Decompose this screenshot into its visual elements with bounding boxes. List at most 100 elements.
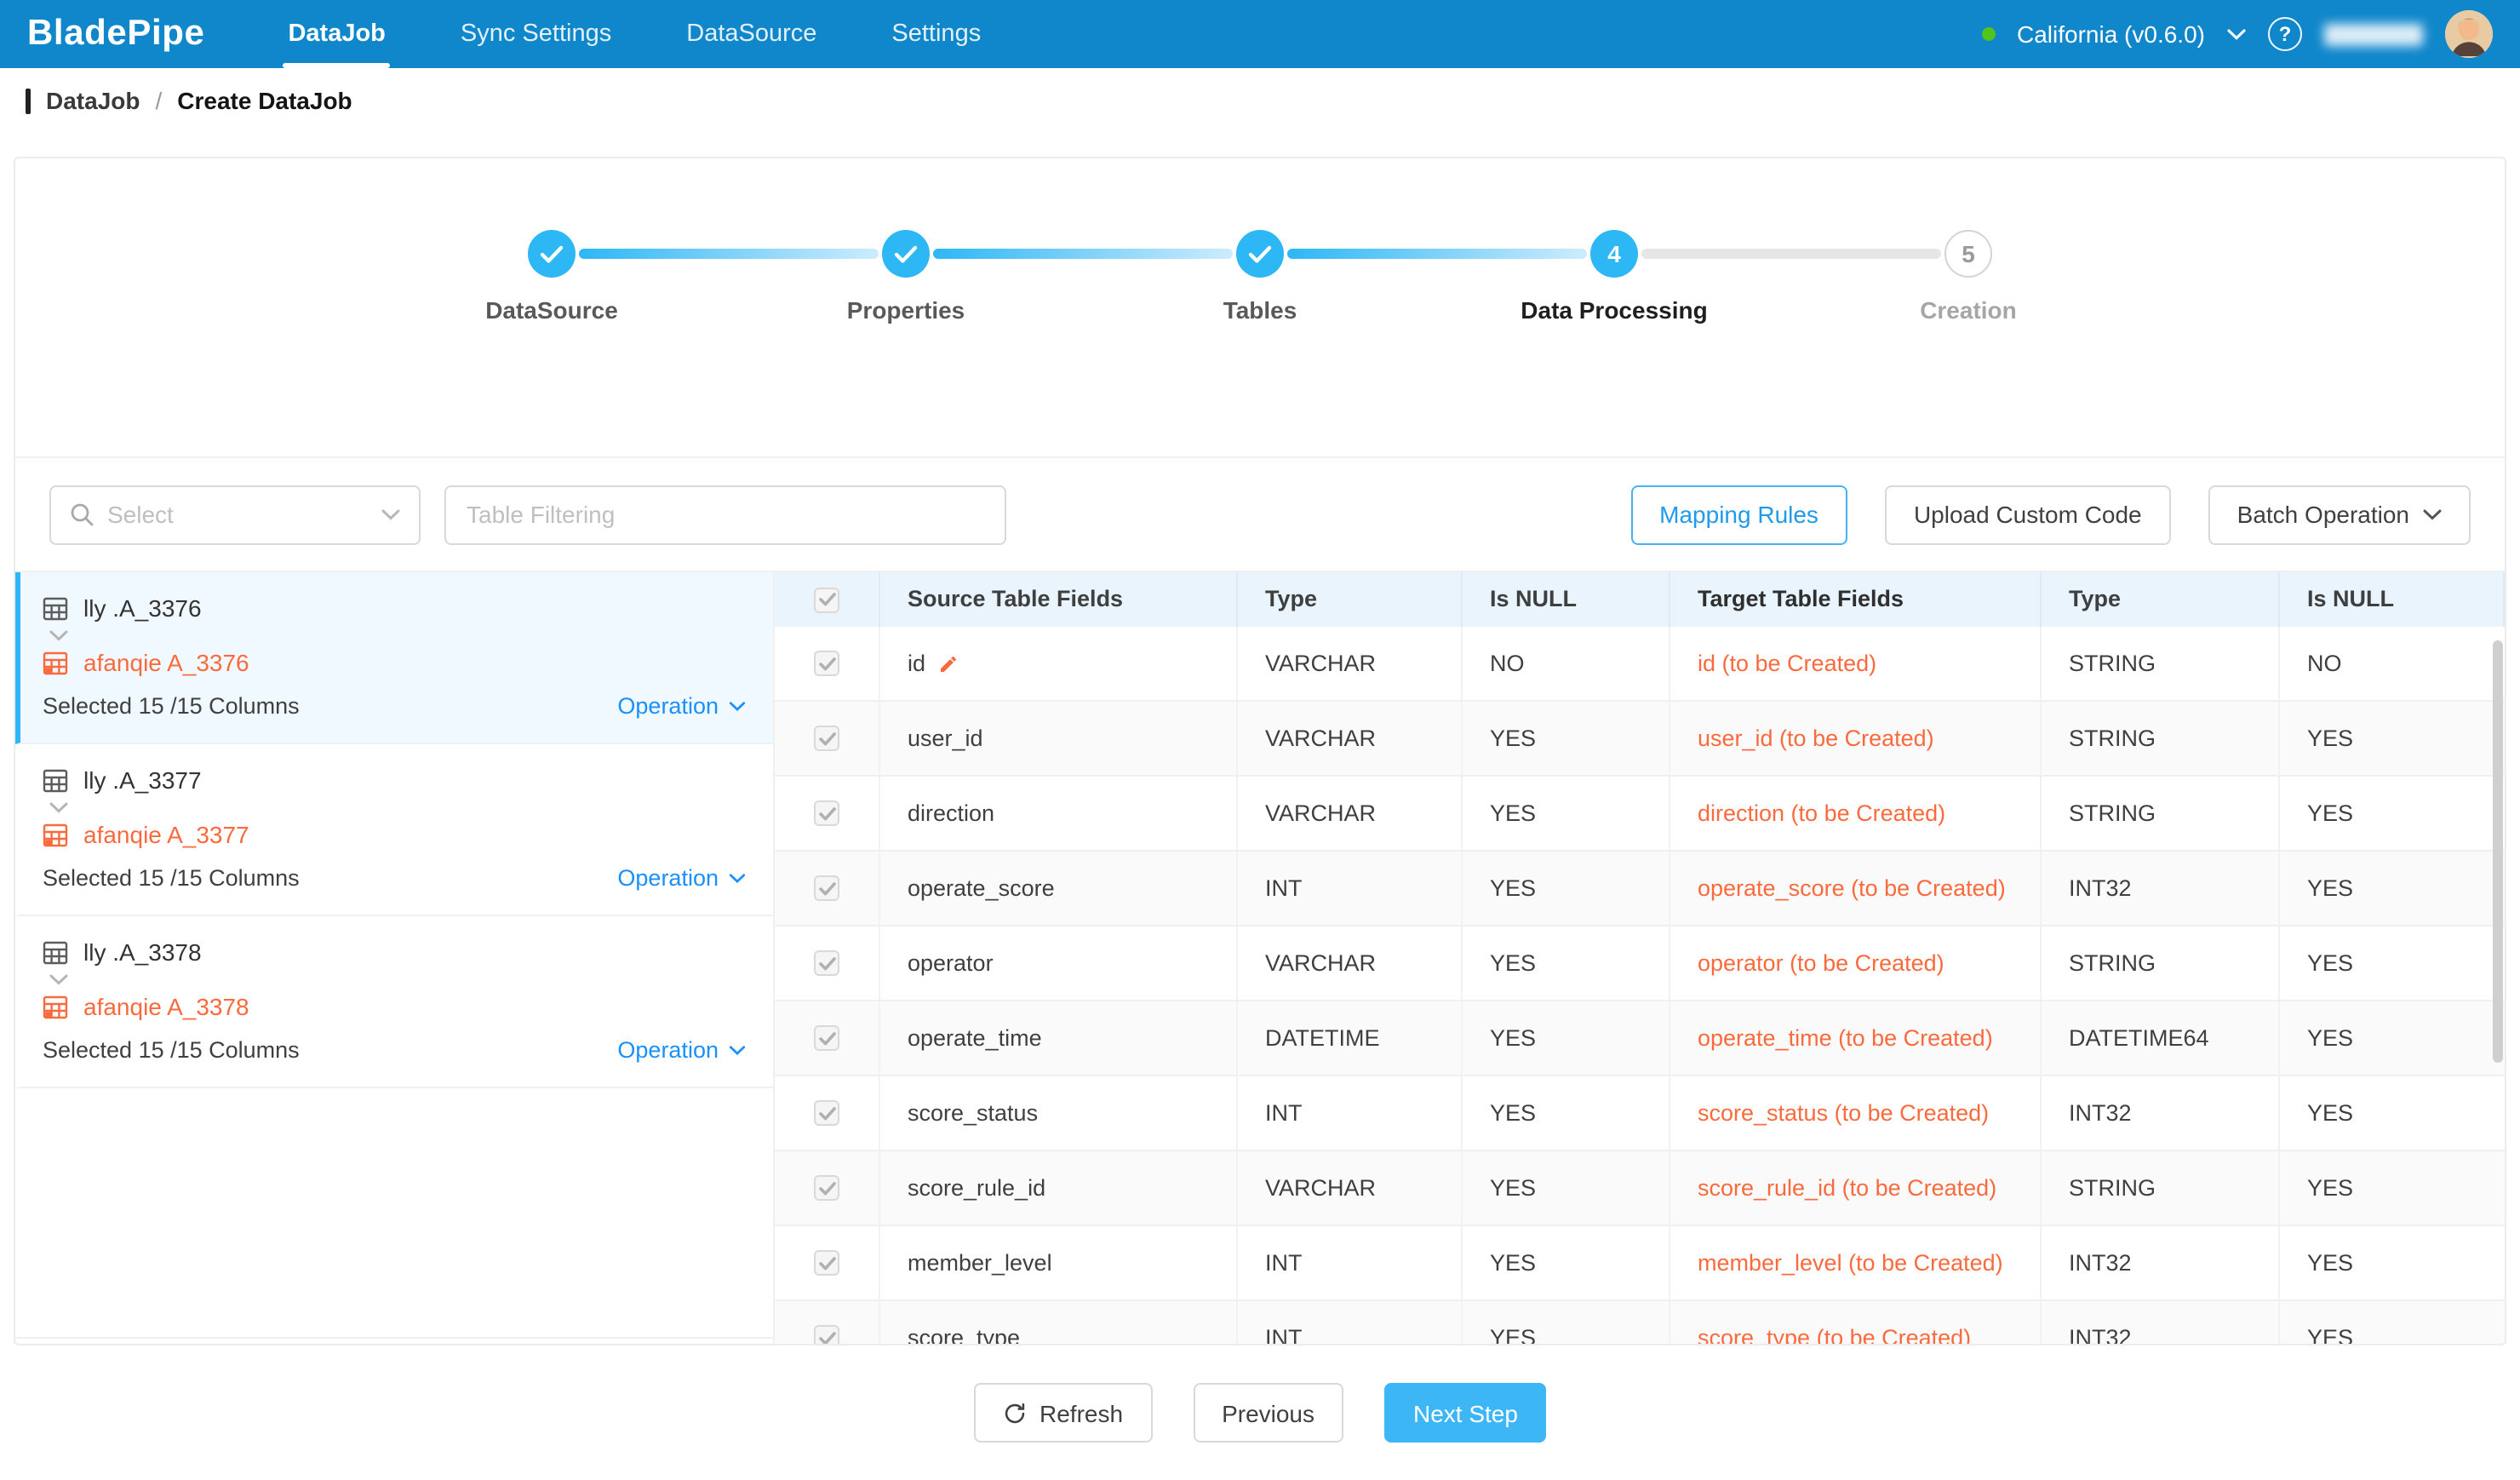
table-scrollbar[interactable] <box>2493 640 2503 1063</box>
source-type: INT <box>1238 1226 1463 1299</box>
source-field-name: direction <box>880 777 1238 850</box>
username-redacted <box>2324 23 2423 45</box>
chevron-down-icon <box>2423 508 2442 520</box>
batch-operation-button[interactable]: Batch Operation <box>2208 485 2471 544</box>
table-header-row: Source Table Fields Type Is NULL Target … <box>775 572 2505 627</box>
checkbox-checked-icon[interactable] <box>814 1250 839 1276</box>
user-avatar[interactable] <box>2445 10 2493 58</box>
selected-columns-label: Selected 15 /15 Columns <box>43 1037 300 1063</box>
region-version-label[interactable]: California (v0.6.0) <box>2017 20 2205 48</box>
upload-custom-code-button[interactable]: Upload Custom Code <box>1885 485 2171 544</box>
source-field-name: user_id <box>880 702 1238 775</box>
previous-button[interactable]: Previous <box>1193 1383 1343 1443</box>
checkbox-checked-icon[interactable] <box>814 800 839 826</box>
source-type: INT <box>1238 1301 1463 1345</box>
target-is-null: YES <box>2280 702 2505 775</box>
step-datasource[interactable]: DataSource <box>450 230 654 324</box>
step-tables[interactable]: Tables <box>1158 230 1362 324</box>
source-table-icon <box>43 595 68 621</box>
target-type: INT32 <box>2042 1301 2280 1345</box>
checkbox-checked-icon[interactable] <box>814 950 839 976</box>
target-type: STRING <box>2042 926 2280 1000</box>
checkbox-checked-icon[interactable] <box>814 1325 839 1345</box>
table-list-item[interactable]: lly .A_3378 afanqie A_3378 Selected 15 /… <box>15 916 773 1088</box>
checkbox-checked-icon[interactable] <box>814 1175 839 1201</box>
table-list-item[interactable]: lly .A_3376 afanqie A_3376 Selected 15 /… <box>15 572 773 744</box>
target-field-name[interactable]: score_type (to be Created) <box>1670 1301 2042 1345</box>
target-field-name[interactable]: user_id (to be Created) <box>1670 702 2042 775</box>
target-field-name[interactable]: member_level (to be Created) <box>1670 1226 2042 1299</box>
checkbox-checked-icon[interactable] <box>814 651 839 676</box>
source-field-name: score_status <box>880 1076 1238 1150</box>
page-title: Create DataJob <box>177 87 352 114</box>
list-pagination: Total 3 items 1 <box>15 1337 773 1345</box>
target-table-name: afanqie A_3376 <box>83 649 249 676</box>
table-list-item[interactable]: lly .A_3377 afanqie A_3377 Selected 15 /… <box>15 744 773 916</box>
source-type: VARCHAR <box>1238 702 1463 775</box>
table-row: operate_score INT YES operate_score (to … <box>775 852 2505 926</box>
mapping-rules-button[interactable]: Mapping Rules <box>1630 485 1847 544</box>
header-source-null: Is NULL <box>1463 572 1670 627</box>
target-type: STRING <box>2042 777 2280 850</box>
checkbox-checked-icon[interactable] <box>814 1025 839 1051</box>
checkbox-checked-icon[interactable] <box>814 1100 839 1126</box>
source-field-name: operator <box>880 926 1238 1000</box>
breadcrumb-root[interactable]: DataJob <box>46 87 140 114</box>
source-field-name: score_type <box>880 1301 1238 1345</box>
operation-link[interactable]: Operation <box>617 693 746 719</box>
table-filter-input[interactable] <box>444 485 1006 544</box>
target-field-name[interactable]: score_status (to be Created) <box>1670 1076 2042 1150</box>
nav-item-datasource[interactable]: DataSource <box>681 0 822 68</box>
help-icon[interactable]: ? <box>2268 17 2302 51</box>
selected-columns-label: Selected 15 /15 Columns <box>43 693 300 719</box>
mapping-arrow-icon <box>49 630 746 642</box>
table-row: operate_time DATETIME YES operate_time (… <box>775 1001 2505 1076</box>
target-is-null: YES <box>2280 1151 2505 1225</box>
target-field-name[interactable]: id (to be Created) <box>1670 627 2042 700</box>
target-field-name[interactable]: direction (to be Created) <box>1670 777 2042 850</box>
refresh-button[interactable]: Refresh <box>973 1383 1152 1443</box>
target-type: INT32 <box>2042 1226 2280 1299</box>
toolbar-right-buttons: Mapping Rules Upload Custom Code Batch O… <box>1630 485 2471 544</box>
checkbox-checked-icon[interactable] <box>814 875 839 901</box>
table-select-dropdown[interactable]: Select <box>49 485 421 544</box>
step-label: Properties <box>847 296 965 324</box>
source-table-name: lly .A_3376 <box>83 594 202 622</box>
table-row: member_level INT YES member_level (to be… <box>775 1226 2505 1301</box>
checkbox-checked-icon[interactable] <box>814 726 839 751</box>
header-source-fields: Source Table Fields <box>880 572 1238 627</box>
table-row: id VARCHAR NO id (to be Created) STRING … <box>775 627 2505 702</box>
source-is-null: YES <box>1463 1226 1670 1299</box>
brand-logo[interactable]: BladePipe <box>27 14 204 54</box>
step-check-icon <box>882 230 930 278</box>
operation-label: Operation <box>617 865 719 891</box>
source-type: INT <box>1238 1076 1463 1150</box>
target-field-name[interactable]: operate_score (to be Created) <box>1670 852 2042 925</box>
chevron-down-icon <box>729 873 746 883</box>
target-field-name[interactable]: operator (to be Created) <box>1670 926 2042 1000</box>
source-type: INT <box>1238 852 1463 925</box>
nav-item-datajob[interactable]: DataJob <box>283 0 390 68</box>
edit-pencil-icon[interactable] <box>937 653 958 674</box>
target-field-name[interactable]: score_rule_id (to be Created) <box>1670 1151 2042 1225</box>
target-table-icon <box>43 994 68 1019</box>
nav-item-settings[interactable]: Settings <box>886 0 986 68</box>
breadcrumb-separator: / <box>155 87 162 114</box>
target-type: STRING <box>2042 702 2280 775</box>
nav-item-sync-settings[interactable]: Sync Settings <box>455 0 616 68</box>
next-step-button[interactable]: Next Step <box>1384 1383 1547 1443</box>
mapping-arrow-icon <box>49 974 746 986</box>
refresh-icon <box>1002 1401 1026 1425</box>
chevron-down-icon[interactable] <box>2227 28 2246 40</box>
step-properties[interactable]: Properties <box>804 230 1008 324</box>
status-green-dot <box>1981 27 1995 41</box>
operation-link[interactable]: Operation <box>617 1037 746 1063</box>
breadcrumb-accent-bar <box>26 88 31 113</box>
target-table-icon <box>43 822 68 847</box>
source-field-name: score_rule_id <box>880 1151 1238 1225</box>
operation-link[interactable]: Operation <box>617 865 746 891</box>
checkbox-checked-icon[interactable] <box>814 587 839 612</box>
step-label: Data Processing <box>1521 296 1707 324</box>
header-target-type: Type <box>2042 572 2280 627</box>
target-field-name[interactable]: operate_time (to be Created) <box>1670 1001 2042 1075</box>
